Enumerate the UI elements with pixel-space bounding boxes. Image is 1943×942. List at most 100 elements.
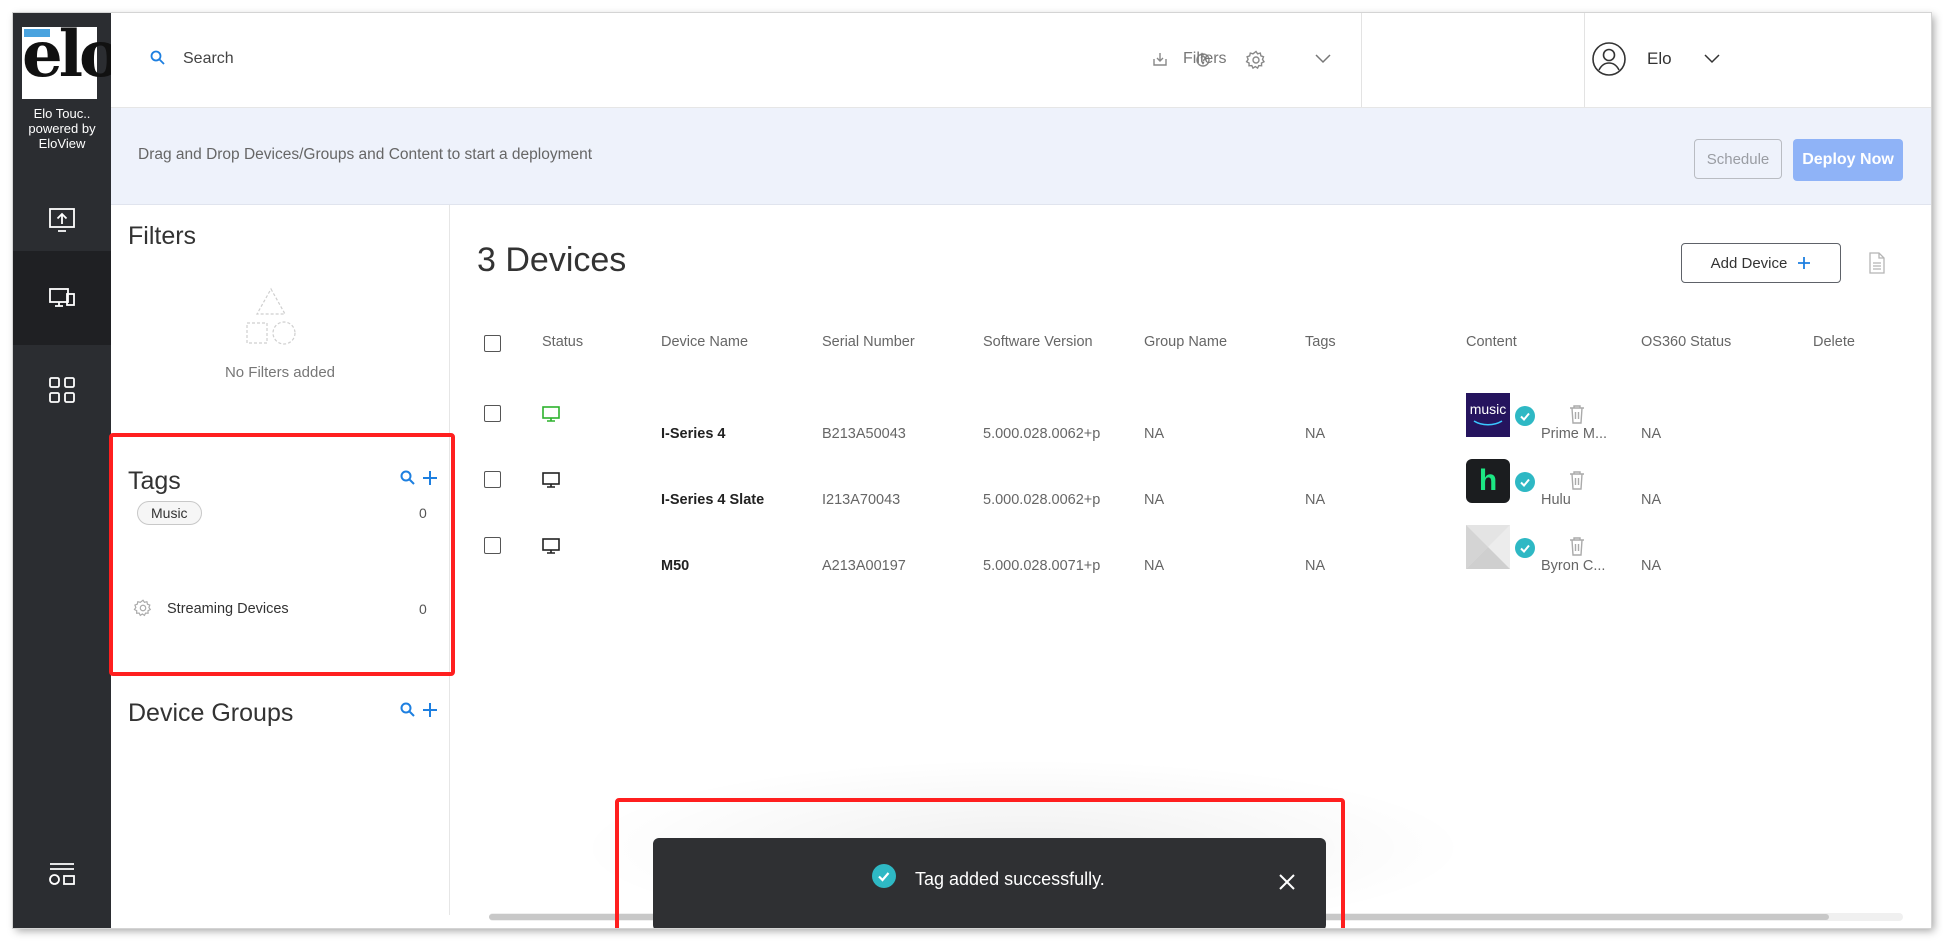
- placeholder-image-thumbnail: [1466, 525, 1510, 569]
- os360-status: NA: [1641, 426, 1662, 442]
- search-tags-icon[interactable]: [399, 469, 417, 487]
- row-checkbox[interactable]: [484, 405, 501, 422]
- close-icon[interactable]: [1277, 872, 1297, 892]
- nav-rail: elo Elo Touc.. powered by EloView: [13, 13, 122, 928]
- offline-monitor-icon: [542, 538, 560, 554]
- search-icon: [150, 50, 165, 65]
- online-monitor-icon: [542, 406, 560, 422]
- brand-area: elo Elo Touc.. powered by EloView: [13, 13, 122, 173]
- toast-notification: Tag added successfully.: [653, 838, 1326, 928]
- brand-text: Elo Touc.. powered by EloView: [28, 106, 96, 151]
- nav-settings[interactable]: [13, 827, 111, 921]
- amazon-music-thumbnail: music: [1466, 393, 1510, 437]
- filters-title: Filters: [128, 222, 197, 250]
- group-name: NA: [1144, 426, 1165, 442]
- chevron-down-icon: [1315, 54, 1331, 64]
- user-avatar-icon: [1592, 42, 1626, 76]
- col-header-serial-number[interactable]: Serial Number: [822, 334, 915, 350]
- col-header-content[interactable]: Content: [1466, 334, 1517, 350]
- trash-icon[interactable]: [1568, 470, 1586, 490]
- trash-icon[interactable]: [1568, 404, 1586, 424]
- serial-number: I213A70043: [822, 492, 901, 508]
- col-header-delete: Delete: [1813, 334, 1855, 350]
- chevron-down-icon: [1704, 54, 1720, 64]
- filters-label: Filters: [1183, 50, 1227, 67]
- tags-value: NA: [1305, 426, 1326, 442]
- nav-devices[interactable]: [13, 251, 111, 345]
- add-tag-icon[interactable]: [421, 469, 439, 487]
- group-count: 0: [419, 601, 427, 617]
- software-version: 5.000.028.0062+p: [983, 492, 1101, 508]
- gear-icon: [133, 599, 152, 617]
- shapes-icon: [246, 287, 296, 345]
- content-name[interactable]: Byron C...: [1541, 558, 1605, 574]
- group-item-streaming-devices[interactable]: Streaming Devices: [167, 601, 289, 617]
- row-checkbox[interactable]: [484, 537, 501, 554]
- deploy-now-button[interactable]: Deploy Now: [1793, 139, 1903, 181]
- search-groups-icon[interactable]: [399, 701, 417, 719]
- export-document-icon[interactable]: [1867, 251, 1887, 275]
- search-input[interactable]: [181, 43, 785, 75]
- device-name[interactable]: I-Series 4 Slate: [661, 492, 764, 508]
- software-version: 5.000.028.0062+p: [983, 426, 1101, 442]
- device-name[interactable]: M50: [661, 558, 689, 574]
- toast-message: Tag added successfully.: [915, 869, 1105, 889]
- tags-value: NA: [1305, 492, 1326, 508]
- elo-logo: elo: [22, 17, 122, 99]
- check-circle-icon: [1515, 406, 1535, 426]
- col-header-os360-status[interactable]: OS360 Status: [1641, 334, 1731, 350]
- group-name: NA: [1144, 558, 1165, 574]
- offline-monitor-icon: [542, 472, 560, 488]
- add-group-icon[interactable]: [421, 701, 439, 719]
- devices-icon: [49, 288, 75, 307]
- row-checkbox[interactable]: [484, 471, 501, 488]
- divider: [1361, 13, 1362, 107]
- filters-dropdown[interactable]: Filters: [1151, 43, 1331, 75]
- check-circle-icon: [1515, 538, 1535, 558]
- software-version: 5.000.028.0071+p: [983, 558, 1101, 574]
- upload-screen-icon: [49, 208, 75, 232]
- serial-number: B213A50043: [822, 426, 906, 442]
- schedule-button[interactable]: Schedule: [1694, 139, 1782, 179]
- col-header-software-version[interactable]: Software Version: [983, 334, 1093, 350]
- hulu-thumbnail: h: [1466, 459, 1510, 503]
- grid-icon: [49, 377, 75, 403]
- tags-value: NA: [1305, 558, 1326, 574]
- serial-number: A213A00197: [822, 558, 906, 574]
- col-header-status[interactable]: Status: [542, 334, 583, 350]
- groups-actions: [399, 701, 439, 719]
- devices-title: 3 Devices: [477, 241, 627, 279]
- plus-icon: [1798, 257, 1811, 269]
- nav-apps[interactable]: [13, 343, 111, 437]
- side-panel: Filters No Filters added Tags Music 0 De…: [111, 205, 450, 915]
- no-filters-text: No Filters added: [224, 364, 336, 381]
- group-name: NA: [1144, 492, 1165, 508]
- top-bar: Filters Elo: [111, 13, 1931, 108]
- app-window: elo Elo Touc.. powered by EloView Search…: [13, 13, 1931, 928]
- add-device-label: Add Device: [1710, 254, 1788, 272]
- trash-icon[interactable]: [1568, 536, 1586, 556]
- user-menu[interactable]: Elo: [1591, 39, 1741, 79]
- deploy-bar: Drag and Drop Devices/Groups and Content…: [111, 108, 1931, 205]
- tag-count: 0: [419, 505, 427, 521]
- layout-settings-icon: [49, 863, 75, 885]
- check-circle-icon: [872, 864, 896, 888]
- tags-actions: [399, 469, 439, 487]
- col-header-tags[interactable]: Tags: [1305, 334, 1336, 350]
- col-header-device-name[interactable]: Device Name: [661, 334, 748, 350]
- device-groups-title: Device Groups: [128, 699, 294, 727]
- content-name[interactable]: Hulu: [1541, 492, 1571, 508]
- deploy-hint: Drag and Drop Devices/Groups and Content…: [138, 146, 593, 163]
- tag-chip-music[interactable]: Music: [137, 501, 202, 525]
- os360-status: NA: [1641, 558, 1662, 574]
- tags-title: Tags: [128, 467, 181, 495]
- download-icon: [1153, 53, 1167, 66]
- add-device-button[interactable]: Add Device: [1681, 243, 1841, 283]
- col-header-group-name[interactable]: Group Name: [1144, 334, 1227, 350]
- device-name[interactable]: I-Series 4: [661, 426, 726, 442]
- divider: [1584, 13, 1585, 107]
- os360-status: NA: [1641, 492, 1662, 508]
- check-circle-icon: [1515, 472, 1535, 492]
- select-all-checkbox[interactable]: [484, 335, 501, 352]
- content-name[interactable]: Prime M...: [1541, 426, 1607, 442]
